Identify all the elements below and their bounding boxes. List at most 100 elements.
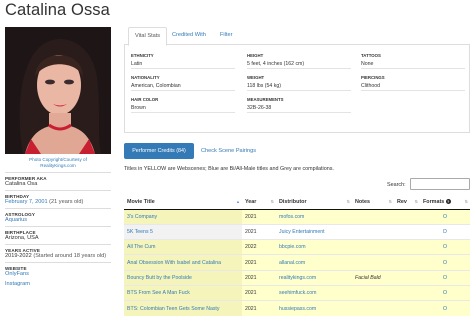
ethnicity-stat: Ethnicity Latin [131,53,235,69]
help-icon[interactable]: ? [445,198,451,204]
notes-cell [352,239,394,255]
sort-icon: ⇅ [464,199,468,204]
astrology-link[interactable]: Aquarius [5,216,111,226]
search-label: Search: [387,182,406,188]
table-row: BTS: Colombian Teen Gets Some Nasty 2021 h… [124,300,470,316]
sort-icon: ⇅ [346,199,350,204]
movie-title-link[interactable]: 3's Company [124,208,242,225]
photo-credit[interactable]: Photo Copyright/Courtesy of RealityKings… [5,157,111,168]
movie-title-link[interactable]: Bouncy Butt by the Poolside [124,269,242,286]
birthday-link[interactable]: February 7, 2001 [5,199,48,205]
rev-cell [394,208,420,225]
color-legend-note: Titles in YELLOW are Webscenes; Blue are… [124,166,334,172]
formats-link[interactable]: O [420,208,470,225]
notes-cell [352,208,394,225]
birthday-label: Birthday [5,190,111,199]
table-row: 3's Company 2021 mofos.com O [124,208,470,225]
notes-cell [352,254,394,271]
col-rev[interactable]: Rev ⇅ [394,195,420,210]
notes-cell [352,223,394,240]
distributor-link[interactable]: hussiepass.com [276,300,352,316]
rev-cell [394,269,420,286]
birthplace-value: Arizona, USA [5,235,39,241]
piercings-stat: Piercings Clithood [361,75,465,91]
performer-photo[interactable] [5,27,111,154]
sort-asc-icon: ▲ [236,199,240,204]
col-year[interactable]: Year ⇅ [242,195,276,210]
year-cell: 2021 [242,284,276,301]
tab-credited-with[interactable]: Credited With [166,27,212,45]
year-cell: 2021 [242,208,276,225]
sort-icon: ⇅ [414,199,418,204]
search-input[interactable] [410,178,470,190]
credits-table: Movie Title ▲ Year ⇅ Distributor ⇅ Notes ⇅ R… [124,195,470,316]
year-cell: 2021 [242,223,276,240]
performer-sidebar: Performer AKA Catalina Osa Birthday Febr… [5,172,111,290]
formats-link[interactable]: D [420,223,470,240]
distributor-link[interactable]: realitykings.com [276,269,352,286]
distributor-link[interactable]: mofos.com [276,208,352,225]
weight-stat: Weight 118 lbs (54 kg) [247,75,351,91]
year-cell: 2021 [242,300,276,316]
performer-portrait-image [5,27,111,154]
sort-icon: ⇅ [388,199,392,204]
notes-cell [352,300,394,316]
rev-cell [394,254,420,271]
age-text: (21 years old) [49,199,84,205]
hair-color-stat: Hair Color Brown [131,97,235,113]
rev-cell [394,223,420,240]
tab-vital-stats[interactable]: Vital Stats [128,27,168,46]
distributor-link[interactable]: allanal.com [276,254,352,271]
performer-credits-button[interactable]: Performer Credits (84) [124,143,194,159]
website-label: Website [5,262,111,271]
astrology-label: Astrology [5,208,111,217]
col-distributor[interactable]: Distributor ⇅ [276,195,352,210]
distributor-link[interactable]: bbcpie.com [276,239,352,255]
rev-cell [394,300,420,316]
onlyfans-link[interactable]: OnlyFans [5,270,111,280]
aka-value: Catalina Osa [5,181,38,187]
aka-label: Performer AKA [5,172,111,181]
info-tabs: Vital Stats Credited With Filter [124,27,470,46]
formats-link[interactable]: O [420,284,470,301]
notes-cell [352,284,394,301]
formats-link[interactable]: O [420,269,470,286]
year-cell: 2021 [242,269,276,286]
movie-title-link[interactable]: 5K Teens 5 [124,223,242,240]
movie-title-link[interactable]: BTS From See A Man Fuck [124,284,242,301]
distributor-link[interactable]: Juicy Entertainment [276,223,352,240]
rev-cell [394,284,420,301]
nationality-stat: Nationality American, Colombian [131,75,235,91]
formats-link[interactable]: O [420,239,470,255]
sort-icon: ⇅ [270,199,274,204]
movie-title-link[interactable]: BTS: Colombian Teen Gets Some Nasty [124,300,242,316]
distributor-link[interactable]: seehimfuck.com [276,284,352,301]
height-stat: Height 5 feet, 4 inches (162 cm) [247,53,351,69]
table-header-row: Movie Title ▲ Year ⇅ Distributor ⇅ Notes ⇅ R… [124,195,470,210]
years-active-label: Years Active [5,244,111,253]
col-formats[interactable]: Formats ? ⇅ [420,195,470,210]
col-movie-title[interactable]: Movie Title ▲ [124,195,242,210]
birthplace-label: Birthplace [5,226,111,235]
notes-cell: Facial Bald [352,269,394,286]
movie-title-link[interactable]: Anal Obsession With Isabel and Catalina [124,254,242,271]
instagram-link[interactable]: Instagram [5,280,111,290]
formats-link[interactable]: O [420,300,470,316]
col-notes[interactable]: Notes ⇅ [352,195,394,210]
table-row: Bouncy Butt by the Poolside 2021 realityki… [124,269,470,286]
year-cell: 2021 [242,254,276,271]
tattoos-stat: Tattoos None [361,53,465,69]
tab-filter[interactable]: Filter [214,27,238,45]
check-scene-pairings-link[interactable]: Check Scene Pairings [201,143,256,159]
measurements-stat: Measurements 32B-26-38 [247,97,351,113]
movie-title-link[interactable]: All The Cum [124,239,242,255]
year-cell: 2022 [242,239,276,255]
table-row: 5K Teens 5 2021 Juicy Entertainment D [124,223,470,240]
vital-stats-panel: Ethnicity Latin Height 5 feet, 4 inches … [124,45,470,133]
formats-link[interactable]: O [420,254,470,271]
table-row: Anal Obsession With Isabel and Catalina 2… [124,254,470,271]
birthday-value: February 7, 2001 (21 years old) [5,198,111,208]
table-row: BTS From See A Man Fuck 2021 seehimfuck.co… [124,284,470,301]
table-row: All The Cum 2022 bbcpie.com O [124,239,470,255]
page-title: Catalina Ossa [5,1,110,19]
